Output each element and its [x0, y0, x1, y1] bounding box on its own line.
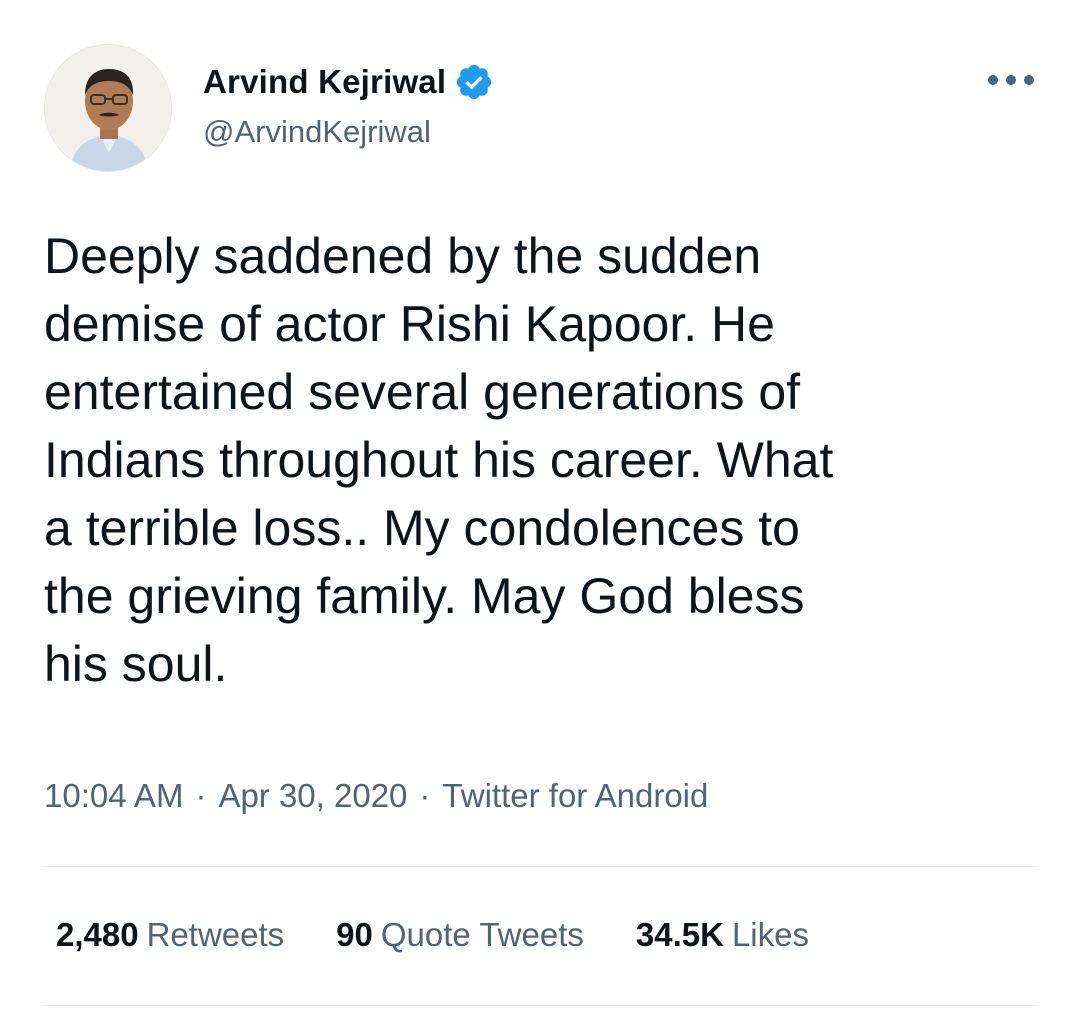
author-handle[interactable]: @ArvindKejriwal	[203, 114, 431, 150]
likes-count: 34.5K	[635, 916, 724, 953]
engagement-stats: 2,480 Retweets 90 Quote Tweets 34.5K Likes	[56, 916, 861, 954]
divider	[44, 866, 1036, 867]
retweets-count: 2,480	[56, 916, 139, 953]
divider	[44, 1005, 1036, 1006]
tweet-text: Deeply saddened by the sudden demise of …	[44, 228, 834, 692]
tweet-metadata: 10:04 AM · Apr 30, 2020 · Twitter for Androi…	[44, 777, 708, 815]
tweet-date[interactable]: Apr 30, 2020	[218, 777, 407, 814]
more-options-icon[interactable]	[988, 68, 1034, 92]
retweets-label: Retweets	[146, 916, 285, 953]
dot	[1024, 75, 1034, 85]
verified-badge-icon	[454, 62, 494, 102]
tweet-source[interactable]: Twitter for Android	[442, 777, 708, 814]
meta-separator: ·	[419, 777, 431, 814]
likes-label: Likes	[731, 916, 809, 953]
meta-separator: ·	[195, 777, 207, 814]
quote-tweets-label: Quote Tweets	[380, 916, 584, 953]
author-display-name[interactable]: Arvind Kejriwal	[203, 63, 446, 101]
quote-tweets-stat[interactable]: 90 Quote Tweets	[336, 916, 584, 954]
tweet: Arvind Kejriwal @ArvindKejriwal Deeply s…	[0, 0, 1080, 1011]
likes-stat[interactable]: 34.5K Likes	[636, 916, 809, 954]
dot	[988, 75, 998, 85]
author-name-row[interactable]: Arvind Kejriwal	[203, 58, 494, 106]
retweets-stat[interactable]: 2,480 Retweets	[56, 916, 284, 954]
dot	[1006, 75, 1016, 85]
avatar-photo	[45, 45, 171, 171]
avatar[interactable]	[44, 44, 172, 172]
quote-tweets-count: 90	[336, 916, 373, 953]
tweet-time[interactable]: 10:04 AM	[44, 777, 183, 814]
